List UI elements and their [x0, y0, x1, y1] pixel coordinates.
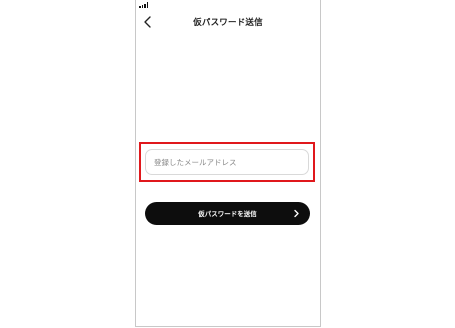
page-title: 仮パスワード送信: [193, 18, 263, 28]
send-temp-password-button[interactable]: 仮パスワードを送信: [145, 202, 310, 225]
signal-icon: [139, 2, 149, 8]
email-field[interactable]: [145, 149, 309, 175]
send-button-label: 仮パスワードを送信: [198, 210, 257, 218]
chevron-right-icon: [294, 209, 299, 218]
phone-screen: 仮パスワード送信 仮パスワードを送信: [135, 0, 321, 327]
